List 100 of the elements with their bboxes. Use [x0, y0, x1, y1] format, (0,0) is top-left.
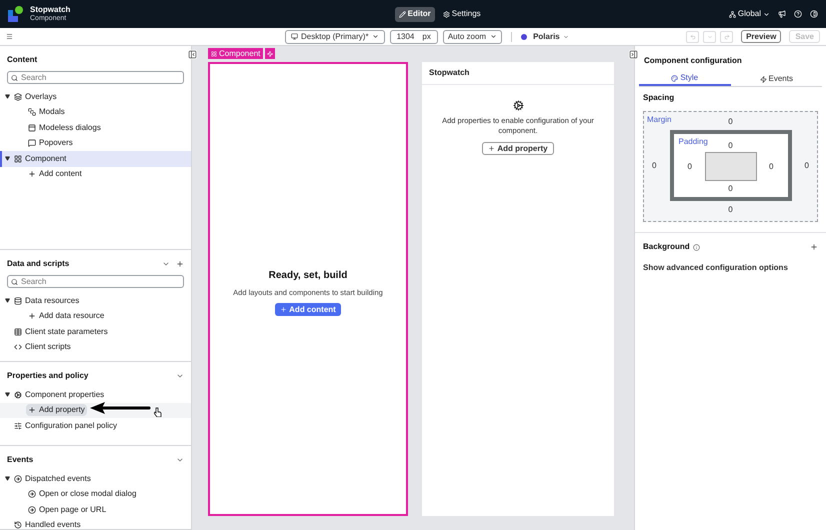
item-icon: [28, 124, 36, 132]
margin-top-value[interactable]: 0: [728, 116, 733, 128]
redo-icon: [724, 34, 730, 40]
padding-right-value[interactable]: 0: [769, 160, 774, 172]
expand-caret-icon[interactable]: [5, 94, 10, 100]
margin-label: Margin: [647, 114, 672, 126]
expand-caret-icon[interactable]: [5, 298, 10, 304]
plus-icon: [28, 312, 36, 320]
add-icon[interactable]: [176, 260, 184, 268]
item-icon: [28, 490, 36, 498]
item-icon: [14, 154, 22, 163]
caret-icon: [372, 33, 379, 40]
item-icon: [14, 296, 22, 305]
megaphone-icon[interactable]: [778, 10, 786, 18]
advanced-options-link[interactable]: Show advanced configuration options: [635, 262, 826, 274]
tree-item[interactable]: Client state parameters: [12, 326, 110, 338]
logo-icon: [8, 6, 23, 22]
zoom-dropdown[interactable]: Auto zoom: [442, 30, 502, 44]
section-title: Properties and policy: [7, 370, 88, 382]
plus-icon: [28, 170, 36, 178]
config-tab[interactable]: Events: [730, 72, 822, 86]
tree-item[interactable]: Component properties: [12, 388, 106, 401]
tree-item[interactable]: Handled events: [12, 519, 83, 529]
margin-right-value[interactable]: 0: [804, 160, 809, 172]
tree-item[interactable]: Add content: [26, 168, 84, 180]
tree-item[interactable]: Modeless dialogs: [26, 122, 103, 134]
item-icon: [14, 474, 22, 483]
menu-icon[interactable]: [6, 33, 13, 40]
plus-icon: [280, 306, 288, 313]
padding-top-value[interactable]: 0: [728, 140, 733, 152]
contrast-icon[interactable]: [810, 10, 818, 18]
tree-item[interactable]: Configuration panel policy: [12, 420, 120, 432]
background-title: Background: [643, 241, 690, 253]
tree-item[interactable]: Popovers: [26, 137, 75, 150]
theme-dropdown[interactable]: Polaris: [521, 30, 569, 42]
padding-bottom-value[interactable]: 0: [728, 183, 733, 195]
config-tab[interactable]: Style: [639, 72, 730, 86]
panel-title: Stopwatch: [422, 62, 614, 85]
item-icon: [14, 521, 22, 529]
tree-item[interactable]: Client scripts: [12, 341, 73, 354]
mode-tab[interactable]: Settings: [438, 6, 485, 22]
plus-icon: [28, 406, 36, 414]
width-field[interactable]: 1304 px: [390, 30, 438, 44]
component-tag[interactable]: Component: [208, 48, 264, 59]
caret-icon: [706, 34, 713, 40]
grid-icon: [211, 50, 217, 56]
tree-item[interactable]: Open page or URL: [26, 504, 108, 516]
gear-icon: [442, 10, 450, 18]
device-dropdown[interactable]: Desktop (Primary)*: [285, 30, 385, 44]
tree-item[interactable]: Open or close modal dialog: [26, 488, 138, 500]
item-icon: [28, 506, 36, 514]
tree-item[interactable]: Overlays: [12, 90, 59, 103]
caret-icon: [763, 10, 770, 18]
pencil-icon: [398, 10, 406, 18]
collapse-icon[interactable]: [188, 50, 197, 59]
width-value: 1304: [396, 30, 414, 42]
collapse-icon[interactable]: [629, 50, 638, 59]
mode-tab[interactable]: Editor: [394, 6, 435, 22]
info-icon[interactable]: [692, 244, 700, 250]
scope-dropdown[interactable]: Global: [728, 8, 770, 20]
tree-item[interactable]: Modals: [26, 106, 67, 118]
hierarchy-icon: [728, 10, 736, 18]
undo-icon: [690, 34, 696, 40]
annotation-arrow: [89, 401, 151, 415]
padding-label: Padding: [678, 136, 708, 148]
empty-heading: Ready, set, build: [268, 268, 348, 283]
tree-item[interactable]: Add data resource: [26, 310, 106, 322]
section-title: Data and scripts: [7, 258, 70, 270]
search-field[interactable]: Search: [7, 275, 184, 288]
palette-icon: [671, 74, 678, 82]
padding-left-value[interactable]: 0: [688, 160, 692, 172]
item-icon: [14, 328, 22, 336]
expand-caret-icon[interactable]: [5, 156, 10, 162]
chevron-icon[interactable]: [176, 372, 184, 380]
item-icon: [28, 108, 36, 116]
add-icon[interactable]: [810, 243, 818, 251]
help-icon[interactable]: [794, 10, 802, 18]
chevron-icon[interactable]: [176, 456, 184, 464]
tree-item[interactable]: Dispatched events: [12, 472, 93, 485]
add-content-button[interactable]: Add content: [275, 303, 341, 316]
app-title: Stopwatch: [30, 5, 70, 14]
margin-left-value[interactable]: 0: [652, 160, 656, 172]
chevron-icon[interactable]: [162, 260, 170, 268]
tree-item[interactable]: Add property: [26, 404, 87, 416]
item-icon: [14, 390, 22, 399]
lightning-icon: [760, 76, 767, 82]
search-icon: [11, 278, 18, 285]
search-field[interactable]: Search: [7, 71, 184, 84]
margin-bottom-value[interactable]: 0: [728, 204, 733, 216]
preview-button[interactable]: Preview: [741, 30, 782, 43]
caret-icon: [490, 33, 498, 40]
add-property-button[interactable]: Add property: [482, 142, 554, 155]
item-icon: [14, 422, 22, 430]
expand-caret-icon[interactable]: [5, 476, 10, 482]
connector-tag-icon[interactable]: [265, 48, 276, 59]
tree-item[interactable]: Data resources: [12, 294, 82, 307]
gear-icon: [512, 100, 524, 111]
search-icon: [11, 74, 18, 81]
expand-caret-icon[interactable]: [5, 392, 10, 398]
item-icon: [14, 92, 22, 101]
